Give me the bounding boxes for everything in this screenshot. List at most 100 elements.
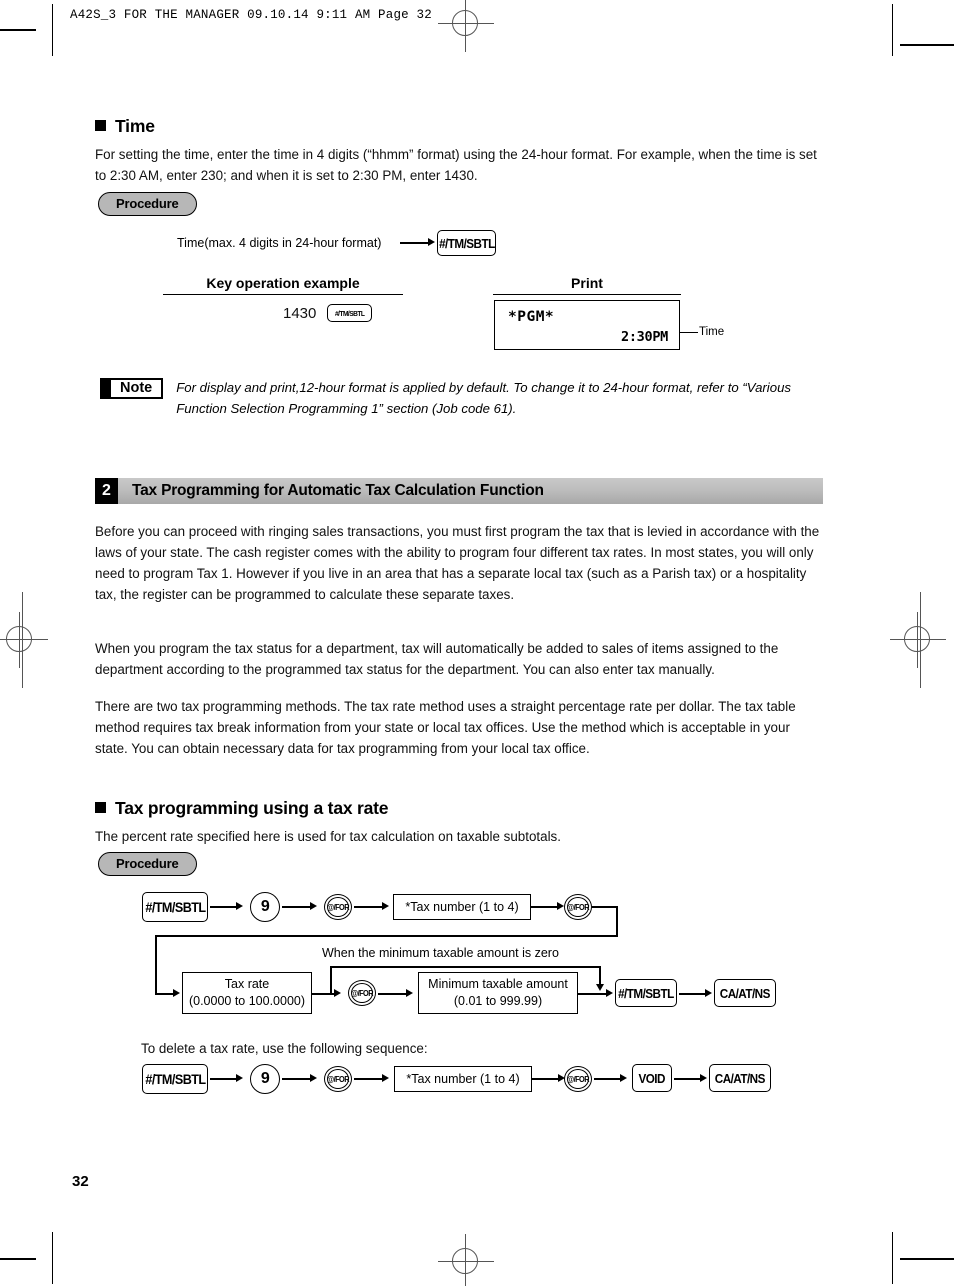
key-digit-9-flow1: 9 xyxy=(250,892,280,922)
crop-mark-top-right-horizontal xyxy=(900,44,954,46)
time-flow-connector xyxy=(400,242,430,244)
flow1-connector-2 xyxy=(282,906,312,908)
side-crop-mark-right xyxy=(920,592,921,688)
flow2-connector-2 xyxy=(378,993,408,995)
min-amount-box-line2: (0.01 to 999.99) xyxy=(453,994,543,1008)
flow1-connector-4 xyxy=(531,906,559,908)
key-tm-sbtl-flow2: #/TM/SBTL xyxy=(615,979,677,1007)
time-flow-caption: Time(max. 4 digits in 24-hour format) xyxy=(177,236,382,250)
delete-connector-5 xyxy=(594,1078,622,1080)
crop-mark-bottom-right-vertical xyxy=(892,1232,893,1284)
delete-arrow-5-icon xyxy=(620,1074,627,1082)
flow2-arrow-2-icon xyxy=(406,989,413,997)
key-operation-example-value: 1430 xyxy=(283,305,317,322)
key-ca-at-ns-delete-label: CA/AT/NS xyxy=(714,1070,766,1086)
section-2-number: 2 xyxy=(95,478,118,504)
key-at-for-delete-second-label: @/FOR xyxy=(566,1074,590,1084)
bypass-branch-label: When the minimum taxable amount is zero xyxy=(322,946,559,960)
flow2-connector-4 xyxy=(679,993,707,995)
bypass-branch-arrow-icon xyxy=(596,984,604,991)
note-badge-marker-icon xyxy=(100,378,111,399)
square-bullet-icon xyxy=(95,120,106,131)
bypass-branch-down xyxy=(599,966,601,986)
key-digit-9-delete-label: 9 xyxy=(260,1070,270,1087)
flow2-connector-1 xyxy=(312,993,336,995)
flow-wrap-top-segment xyxy=(592,906,618,908)
column-rule-print xyxy=(493,294,681,296)
crop-mark-top-left-vertical xyxy=(52,4,53,56)
flow2-connector-3 xyxy=(578,993,608,995)
flow1-arrow-1-icon xyxy=(236,902,243,910)
flow1-connector-1 xyxy=(210,906,238,908)
tax-rate-section-paragraph: The percent rate specified here is used … xyxy=(95,829,561,844)
key-ca-at-ns-delete: CA/AT/NS xyxy=(709,1064,771,1092)
delete-connector-4 xyxy=(532,1078,560,1080)
flow-wrap-row2-entry xyxy=(155,993,175,995)
column-header-key-operation: Key operation example xyxy=(206,275,360,291)
bypass-branch-up xyxy=(330,966,332,994)
key-tm-sbtl-delete: #/TM/SBTL xyxy=(142,1064,208,1094)
time-heading-label: Time xyxy=(115,116,155,136)
note-block: Note For display and print,12-hour forma… xyxy=(100,378,824,419)
flow2-arrow-1-icon xyxy=(334,989,341,997)
tax-number-box-delete: *Tax number (1 to 4) xyxy=(394,1066,532,1092)
key-tm-sbtl-time-label: #/TM/SBTL xyxy=(438,235,495,251)
note-badge-label: Note xyxy=(111,378,164,399)
min-amount-box-line1: Minimum taxable amount xyxy=(428,977,568,991)
key-at-for-flow1-second: @/FOR xyxy=(564,894,592,920)
tax-rate-box-line2: (0.0000 to 100.0000) xyxy=(188,994,306,1008)
delete-arrow-3-icon xyxy=(382,1074,389,1082)
crop-mark-bottom-left-vertical xyxy=(52,1232,53,1284)
tax-rate-box-line1: Tax rate xyxy=(224,977,270,991)
registration-mark-bottom xyxy=(438,1234,494,1286)
page-number: 32 xyxy=(72,1173,89,1190)
flow1-arrow-2-icon xyxy=(310,902,317,910)
tax-rate-box: Tax rate (0.0000 to 100.0000) xyxy=(182,972,312,1014)
key-ca-at-ns-flow2-label: CA/AT/NS xyxy=(719,985,771,1001)
key-void-delete-label: VOID xyxy=(638,1070,666,1086)
section-2-bar: 2 Tax Programming for Automatic Tax Calc… xyxy=(95,478,823,504)
minimum-taxable-amount-box: Minimum taxable amount (0.01 to 999.99) xyxy=(418,972,578,1014)
key-ca-at-ns-flow2: CA/AT/NS xyxy=(714,979,776,1007)
flow-wrap-down-segment xyxy=(616,906,618,936)
crop-mark-bottom-left-horizontal xyxy=(0,1258,36,1260)
key-tm-sbtl-flow1-label: #/TM/SBTL xyxy=(144,899,206,915)
delete-connector-1 xyxy=(210,1078,238,1080)
delete-sequence-intro: To delete a tax rate, use the following … xyxy=(141,1041,428,1056)
receipt-pgm-line: *PGM* xyxy=(508,309,555,325)
key-at-for-flow1-second-label: @/FOR xyxy=(566,902,590,912)
delete-arrow-6-icon xyxy=(700,1074,707,1082)
registration-mark-top xyxy=(438,0,494,52)
crop-mark-top-left-horizontal xyxy=(0,29,36,31)
receipt-callout-label: Time xyxy=(699,326,725,338)
delete-arrow-1-icon xyxy=(236,1074,243,1082)
note-badge: Note xyxy=(100,378,164,399)
tax-number-box-flow1: *Tax number (1 to 4) xyxy=(393,894,531,920)
delete-arrow-2-icon xyxy=(310,1074,317,1082)
key-at-for-flow2: @/FOR xyxy=(348,980,376,1006)
flow2-arrow-3-icon xyxy=(606,989,613,997)
section-2-title: Tax Programming for Automatic Tax Calcul… xyxy=(118,478,823,504)
tax-rate-heading-label: Tax programming using a tax rate xyxy=(115,798,389,818)
delete-connector-3 xyxy=(354,1078,384,1080)
registration-mark-right xyxy=(890,612,946,668)
key-void-delete: VOID xyxy=(632,1064,672,1092)
flow1-arrow-4-icon xyxy=(557,902,564,910)
receipt-time-line: 2:30PM xyxy=(621,329,668,345)
column-header-print: Print xyxy=(571,275,603,291)
side-crop-mark-left xyxy=(22,592,23,688)
receipt-callout-leader xyxy=(680,332,698,334)
key-digit-9-flow1-label: 9 xyxy=(260,898,270,915)
section-2-paragraph-1: Before you can proceed with ringing sale… xyxy=(95,524,820,602)
flow1-arrow-3-icon xyxy=(382,902,389,910)
tax-rate-section-heading: Tax programming using a tax rate xyxy=(95,798,389,819)
key-at-for-flow1-label: @/FOR xyxy=(326,902,350,912)
key-at-for-flow2-label: @/FOR xyxy=(350,988,374,998)
square-bullet-icon-2 xyxy=(95,802,106,813)
time-section-paragraph: For setting the time, enter the time in … xyxy=(95,147,817,183)
key-at-for-flow1: @/FOR xyxy=(324,894,352,920)
key-at-for-delete: @/FOR xyxy=(324,1066,352,1092)
flow-wrap-row2-arrow-icon xyxy=(173,989,180,997)
column-rule-key-operation xyxy=(163,294,403,296)
flow2-arrow-4-icon xyxy=(705,989,712,997)
